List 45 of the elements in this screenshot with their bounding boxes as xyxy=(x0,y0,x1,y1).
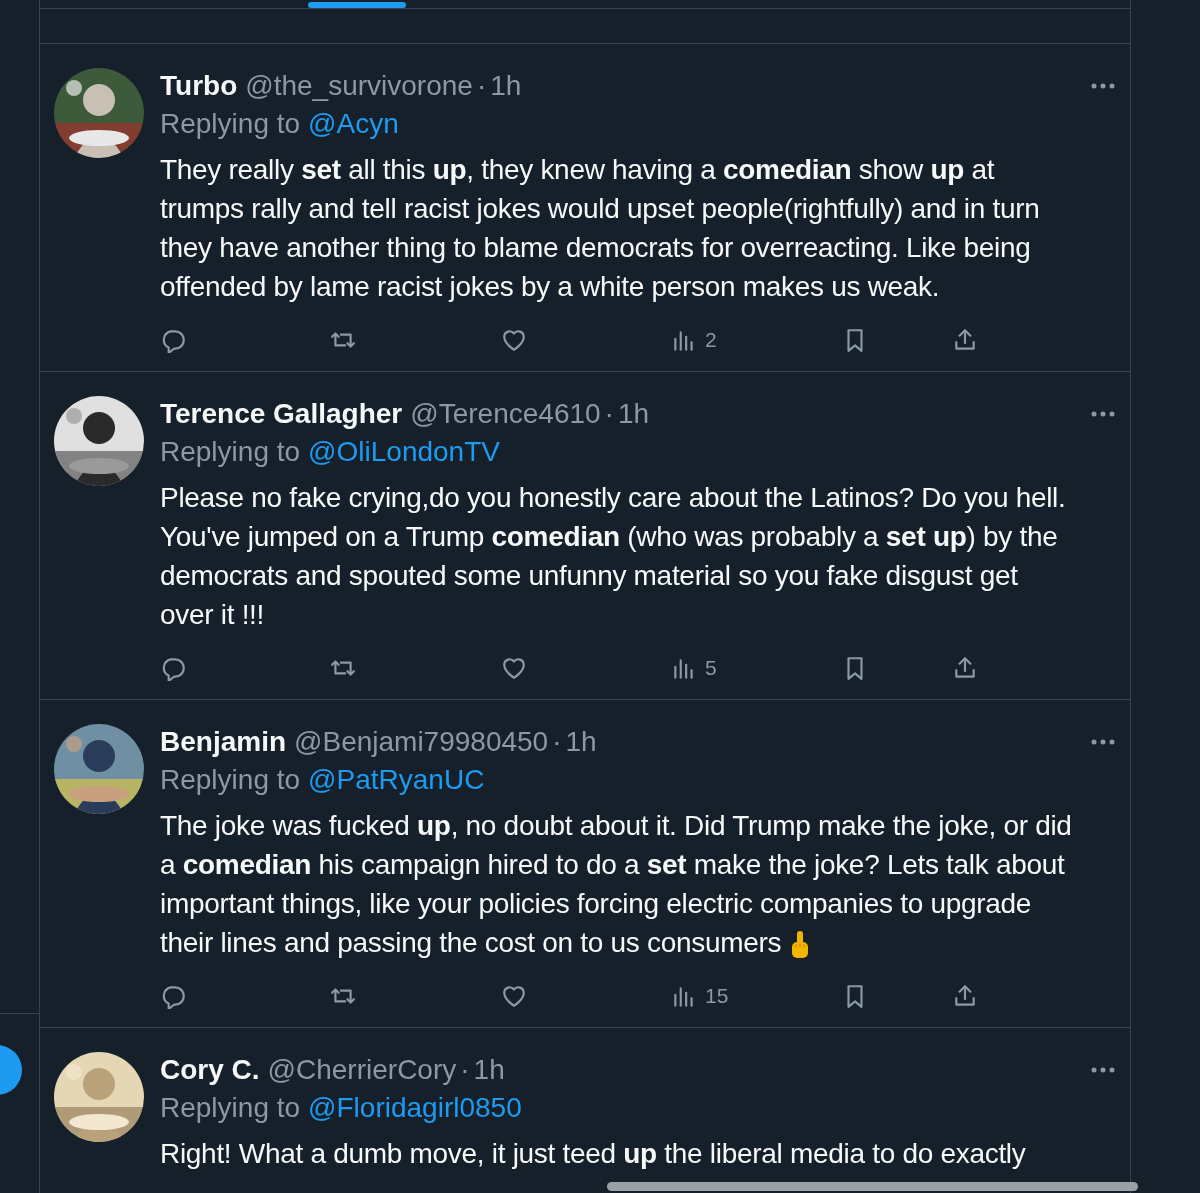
heart-icon[interactable] xyxy=(501,327,527,353)
user-handle[interactable]: @Benjami79980450 xyxy=(294,724,549,760)
user-name[interactable]: Cory C. xyxy=(160,1052,260,1088)
separator-dot: · xyxy=(552,725,562,759)
reply-label: Replying to xyxy=(160,1092,301,1123)
user-name[interactable]: Benjamin xyxy=(160,724,287,760)
reply-label: Replying to xyxy=(160,108,301,139)
user-handle[interactable]: @Terence4610 xyxy=(410,396,601,432)
timestamp[interactable]: 1h xyxy=(565,724,597,760)
tweet-text: Right! What a dumb move, it just teed up the liberal media to do exactly xyxy=(160,1137,1027,1171)
more-icon[interactable] xyxy=(1090,410,1116,418)
user-handle[interactable]: @the_survivorone xyxy=(245,68,473,104)
reply-label: Replying to xyxy=(160,764,301,795)
user-name[interactable]: Turbo xyxy=(160,68,238,104)
view-count: 2 xyxy=(705,327,717,354)
scrollbar[interactable] xyxy=(607,1182,1138,1191)
user-handle[interactable]: @CherrierCory xyxy=(267,1052,457,1088)
view-count: 15 xyxy=(705,983,729,1010)
share-icon[interactable] xyxy=(952,655,978,681)
more-icon[interactable] xyxy=(1090,1066,1116,1074)
more-icon[interactable] xyxy=(1090,738,1116,746)
timestamp[interactable]: 1h xyxy=(617,396,650,432)
separator-dot: · xyxy=(476,69,487,103)
comment-icon[interactable] xyxy=(160,983,186,1009)
separator-dot: · xyxy=(604,397,614,431)
separator-dot: · xyxy=(460,1053,470,1087)
mention-link[interactable]: @PatRyanUC xyxy=(308,764,485,795)
share-icon[interactable] xyxy=(952,983,978,1009)
view-count: 5 xyxy=(705,655,717,682)
timestamp[interactable]: 1h xyxy=(490,68,522,104)
tweet-text: The joke was fucked up, no doubt about it. Did Trump make the joke, or did a comedian his campaign hired to do a set make the joke? Lets talk about important things, like your policies forcing electric companies to upgrade their lines and passing the cost on to us consumers xyxy=(160,809,1073,962)
mention-link[interactable]: @OliLondonTV xyxy=(308,436,500,467)
heart-icon[interactable] xyxy=(501,655,527,681)
heart-icon[interactable] xyxy=(501,983,527,1009)
share-icon[interactable] xyxy=(952,327,978,353)
comment-icon[interactable] xyxy=(160,327,186,353)
more-icon[interactable] xyxy=(1090,82,1116,90)
tweet-text: Please no fake crying,do you honestly care about the Latinos? Do you hell. You've jumped on a Trump comedian (who was probably a set up) by the democrats and spouted some unfunny material so you fake disgust get over it !!! xyxy=(160,481,1067,632)
mention-link[interactable]: @Acyn xyxy=(308,108,399,139)
tweet-text: They really set all this up, they knew having a comedian show up at trumps rally and tell racist jokes would upset people(rightfully) and in turn they have another thing to blame democrats for overreacting. Like being offended by lame racist jokes by a white person makes us weak. xyxy=(160,153,1041,304)
mention-link[interactable]: @Floridagirl0850 xyxy=(308,1092,522,1123)
user-name[interactable]: Terence Gallagher xyxy=(160,396,403,432)
timestamp[interactable]: 1h xyxy=(473,1052,505,1088)
reply-label: Replying to xyxy=(160,436,301,467)
comment-icon[interactable] xyxy=(160,655,186,681)
